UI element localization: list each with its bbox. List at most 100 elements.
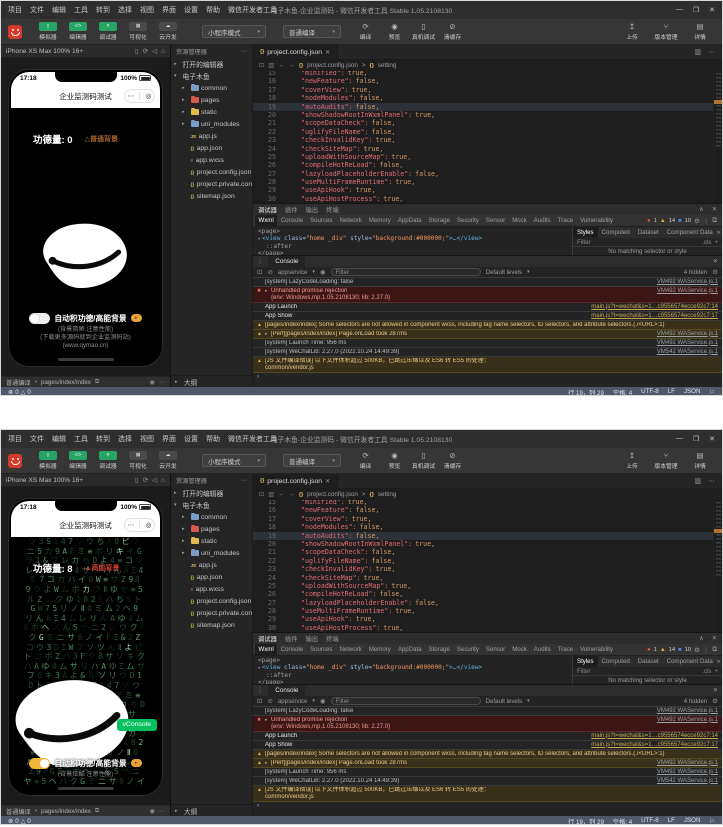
tree-item[interactable]: ▸ common	[171, 511, 252, 523]
debugger-panel-tab[interactable]: 输出	[305, 634, 318, 643]
menu-item[interactable]: 项目	[8, 5, 22, 15]
devtools-tab[interactable]: Mock	[509, 644, 531, 655]
minimize-icon[interactable]: —	[676, 435, 683, 443]
code-editor[interactable]: 15 "minified": true, 16 "n	[253, 71, 722, 203]
menu-item[interactable]: 设置	[184, 434, 198, 444]
debugger-panel-tab[interactable]: 终端	[326, 205, 339, 214]
devtools-tab[interactable]: Sensor	[482, 644, 508, 655]
tree-item[interactable]: ▸ uni_modules	[171, 547, 252, 559]
tree-item[interactable]: {} project.private.config.js…	[171, 607, 252, 619]
bell-icon[interactable]: ⚐	[709, 818, 715, 825]
device-icon[interactable]: ▯	[135, 47, 139, 55]
tree-item[interactable]: ▸ common	[171, 82, 252, 94]
menu-item[interactable]: 帮助	[206, 434, 220, 444]
eye-icon[interactable]: ◉	[320, 697, 326, 705]
tree-item[interactable]: JS app.js	[171, 559, 252, 571]
devtools-tab[interactable]: Audits	[530, 644, 554, 655]
menu-item[interactable]: 选择	[118, 5, 132, 15]
sound-icon[interactable]: ◁	[152, 47, 157, 55]
back-icon[interactable]: ←	[278, 62, 284, 69]
devtools-tab[interactable]: Storage	[425, 215, 453, 226]
overflow-icon[interactable]: »	[717, 658, 723, 665]
source-link[interactable]: VM492 WAService.js:1	[657, 769, 718, 776]
maximize-icon[interactable]: ❐	[693, 6, 699, 14]
source-link[interactable]: VM542 WAService.js:1	[657, 778, 718, 785]
wxml-tree[interactable]: <page> ▸<view class="home _div" style="b…	[253, 227, 572, 255]
toolbar-action-button[interactable]: ▯ 真机调试	[410, 451, 437, 470]
split-editor-icon[interactable]: ▥	[694, 477, 701, 485]
tree-item[interactable]: {} app.json	[171, 142, 252, 154]
menu-item[interactable]: 界面	[162, 5, 176, 15]
styles-tab[interactable]: Styles	[573, 227, 598, 238]
source-link[interactable]: VM492 WAService.js:1	[657, 331, 718, 338]
panel-toggle[interactable]: ▯ 模拟器	[35, 22, 61, 41]
maximize-icon[interactable]: ❐	[693, 435, 699, 443]
new-class-button[interactable]: .cls	[702, 668, 711, 675]
debugger-panel-tab[interactable]: 插件	[285, 634, 298, 643]
device-selector[interactable]: iPhone XS Max 100% 16+	[6, 48, 83, 55]
menu-item[interactable]: 选择	[118, 434, 132, 444]
hidden-count[interactable]: 4 hidden	[684, 269, 707, 276]
dock-icon[interactable]: ⧉	[712, 646, 717, 654]
styles-tab[interactable]: Dataset	[634, 656, 663, 667]
tree-item[interactable]: ▸ 打开的编辑器	[171, 487, 252, 499]
background-link[interactable]: ▲高能背景	[85, 563, 120, 573]
devtools-tab[interactable]: Sensor	[482, 215, 508, 226]
statusbar-item[interactable]: 空格: 4	[613, 388, 632, 397]
copy-icon[interactable]: ⧉	[95, 378, 99, 386]
forward-icon[interactable]: →	[289, 491, 295, 498]
panel-toggle[interactable]: ☁ 云开发	[155, 22, 181, 41]
page-path[interactable]: pages/index/index	[41, 379, 91, 386]
source-link[interactable]: VM492 WAService.js:1	[657, 279, 718, 286]
devtools-tab[interactable]: Sources	[307, 215, 336, 226]
breadcrumb-section[interactable]: setting	[378, 491, 397, 498]
target-icon[interactable]: ◎	[146, 92, 152, 100]
statusbar-item[interactable]: UTF-8	[641, 388, 659, 397]
mode-select[interactable]: 小程序模式 ▾	[202, 25, 266, 38]
more-icon[interactable]: ⋯	[128, 92, 135, 100]
kebab-icon[interactable]: ⋮	[257, 258, 263, 265]
eye-icon[interactable]: ◉	[149, 808, 154, 815]
tree-item[interactable]: ▸ pages	[171, 523, 252, 535]
publish-action-button[interactable]: ▤ 详情	[685, 451, 715, 470]
debugger-panel-tab[interactable]: 插件	[285, 205, 298, 214]
source-link[interactable]: main.js?t=wechat&s=1…c9556574ecce92c7:14	[591, 304, 718, 311]
auto-merit-toggle[interactable]	[29, 758, 50, 769]
close-icon[interactable]: ✕	[712, 206, 717, 213]
source-link[interactable]: VM492 WAService.js:1	[657, 717, 718, 724]
home-icon[interactable]: ⌂	[161, 477, 165, 484]
console-log-list[interactable]: ▸ [system] LazyCodeLoading: false VM492 …	[253, 278, 722, 387]
source-link[interactable]: VM542 WAService.js:1	[657, 349, 718, 356]
statusbar-item[interactable]: 空格: 4	[613, 817, 632, 826]
panel-toggle[interactable]: </> 编辑器	[65, 451, 91, 470]
collapse-icon[interactable]: ∧	[699, 635, 704, 642]
forward-icon[interactable]: →	[289, 62, 295, 69]
breadcrumb-section[interactable]: setting	[378, 62, 397, 69]
tree-item[interactable]: {} sitemap.json	[171, 190, 252, 202]
close-icon[interactable]: ✕	[712, 635, 717, 642]
expand-icon[interactable]: ▸	[258, 665, 261, 671]
menu-item[interactable]: 帮助	[206, 5, 220, 15]
copy-icon[interactable]: ⧉	[95, 807, 99, 815]
devtools-tab[interactable]: AppData	[394, 215, 425, 226]
menu-item[interactable]: 转到	[96, 434, 110, 444]
devtools-tab[interactable]: Security	[453, 215, 482, 226]
toolbar-action-button[interactable]: ▯ 真机调试	[410, 22, 437, 41]
code-editor[interactable]: 15 "minified": true, 16 "n	[253, 500, 722, 632]
more-icon[interactable]: ⋯	[708, 48, 715, 56]
minimap[interactable]	[713, 500, 722, 632]
devtools-tab[interactable]: AppData	[394, 644, 425, 655]
toolbar-action-button[interactable]: ⟳ 编译	[352, 451, 379, 470]
devtools-tab[interactable]: Audits	[530, 215, 554, 226]
problems-indicator[interactable]: ⊗ 0 △ 0	[8, 389, 31, 396]
console-tab[interactable]: Console	[268, 685, 305, 696]
issue-counters[interactable]: ● 1 ▲ 14 ■ 10 ⚙ ⋮ ⧉	[647, 217, 720, 225]
publish-action-button[interactable]: ⑂ 版本管理	[651, 22, 681, 41]
bell-icon[interactable]: ⚐	[709, 389, 715, 396]
source-link[interactable]: main.js?t=wechat&s=1…c9556574ecce92c7:14	[591, 733, 718, 740]
tree-item[interactable]: {} project.config.json	[171, 595, 252, 607]
toolbar-action-button[interactable]: ◉ 预览	[381, 22, 408, 41]
tree-item[interactable]: {} project.config.json	[171, 166, 252, 178]
publish-action-button[interactable]: ↥ 上传	[617, 451, 647, 470]
menu-item[interactable]: 编辑	[52, 5, 66, 15]
